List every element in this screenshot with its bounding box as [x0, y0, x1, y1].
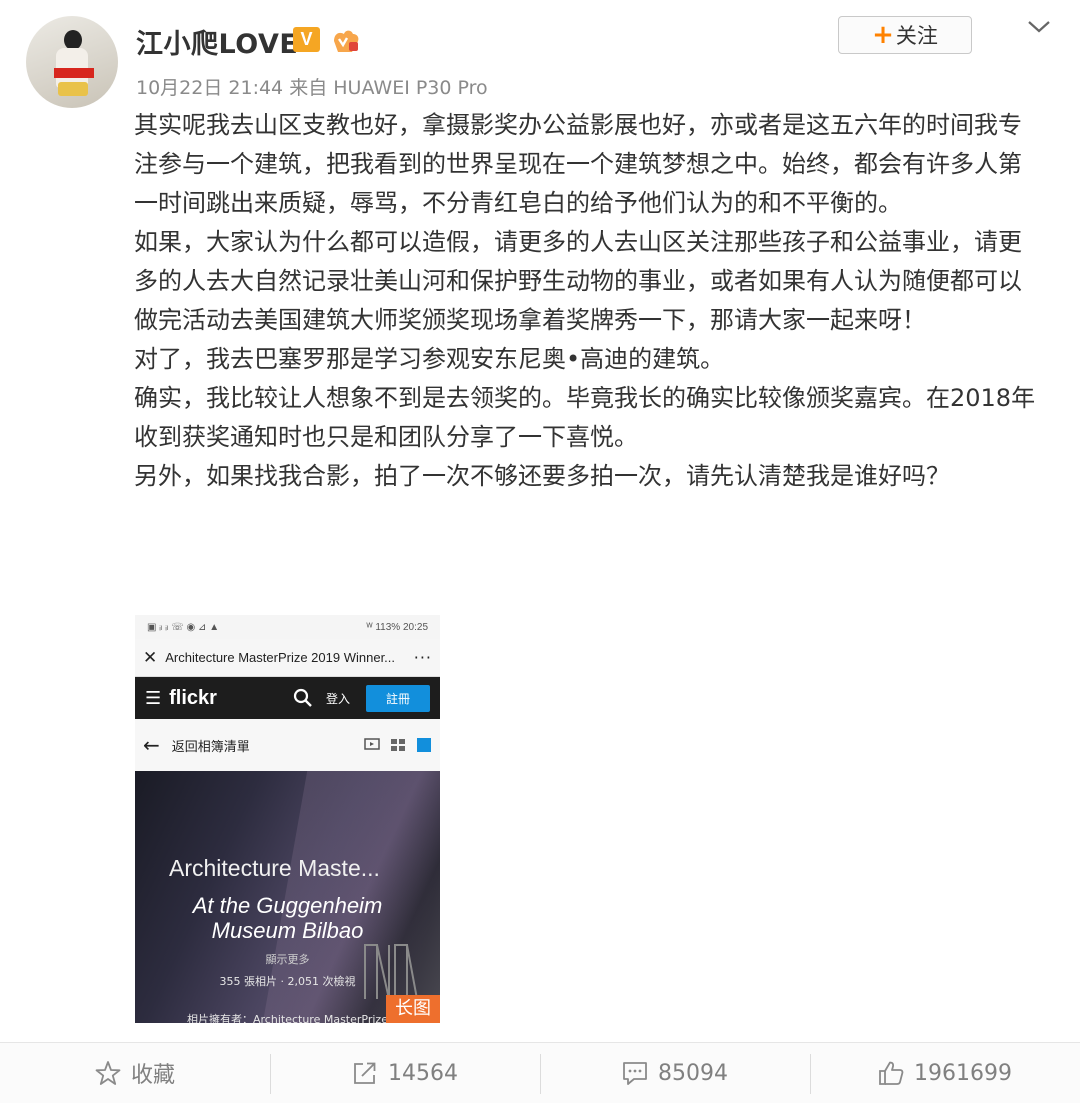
- comment-icon: [623, 1062, 647, 1085]
- browser-tab-bar: ✕ Architecture MasterPrize 2019 Winner..…: [135, 639, 440, 677]
- avatar-figure-head: [64, 30, 82, 50]
- close-icon: ✕: [143, 647, 158, 668]
- share-icon: [354, 1062, 376, 1084]
- star-icon: [95, 1061, 121, 1085]
- post-paragraph: 对了，我去巴塞罗那是学习参观安东尼奥•高迪的建筑。: [134, 345, 725, 373]
- comment-count: 85094: [658, 1060, 728, 1086]
- album-cover: Architecture Maste... At the Guggenheim …: [135, 771, 440, 1023]
- flickr-header: ☰ flickr 登入 註冊: [135, 677, 440, 719]
- repost-count: 14564: [388, 1060, 458, 1086]
- comment-button[interactable]: 85094: [540, 1054, 810, 1094]
- browser-tab-title: Architecture MasterPrize 2019 Winner...: [165, 650, 396, 665]
- post-meta: 10月22日 21:44 来自 HUAWEI P30 Pro: [136, 73, 488, 100]
- post-paragraph: 其实呢我去山区支教也好，拿摄影奖办公益影展也好，亦或者是这五六年的时间我专注参与…: [134, 111, 1022, 217]
- phone-status-bar: ▣ ᵢₗ ᵢₗ ☏ ◉ ⊿ ▲ ᵂ 113% 20:25: [135, 615, 440, 639]
- album-owner: 相片擁有者：Architecture MasterPrize: [187, 1013, 388, 1023]
- grid-icon: [391, 739, 405, 751]
- album-subtitle-line: At the Guggenheim: [192, 893, 383, 918]
- verified-v-icon: V: [293, 27, 320, 52]
- status-left: ▣ ᵢₗ ᵢₗ ☏ ◉ ⊿ ▲: [147, 621, 220, 633]
- back-label: 返回相簿清單: [171, 739, 250, 755]
- vip-icon[interactable]: [330, 25, 362, 55]
- album-title: Architecture Maste...: [169, 855, 380, 881]
- login-link: 登入: [325, 691, 350, 706]
- post-paragraph: 如果，大家认为什么都可以造假，请更多的人去山区关注那些孩子和公益事业，请更多的人…: [134, 228, 1022, 334]
- post-paragraph: 确实，我比较让人想象不到是去领奖的。毕竟我长的确实比较像颁奖嘉宾。在2018年收…: [134, 384, 1036, 451]
- favorite-button[interactable]: 收藏: [0, 1057, 270, 1089]
- avatar-figure-legs: [58, 82, 88, 96]
- username[interactable]: 江小爬LOVE: [136, 22, 298, 61]
- avatar-figure-scarf: [54, 68, 94, 78]
- album-back-bar: ← 返回相簿清單: [135, 719, 440, 771]
- favorite-label: 收藏: [130, 1063, 175, 1088]
- album-subtitle-line: Museum Bilbao: [211, 918, 364, 943]
- action-bar: 收藏 14564 85094 1961699: [0, 1042, 1080, 1103]
- follow-label: 关注: [895, 24, 938, 48]
- album-subtitle: At the Guggenheim Museum Bilbao: [135, 893, 440, 943]
- prize-logo: [364, 944, 418, 1000]
- like-icon: [879, 1061, 904, 1085]
- follow-button[interactable]: + 关注: [838, 16, 972, 54]
- source-prefix: 来自: [289, 77, 328, 99]
- status-right: ᵂ 113% 20:25: [366, 621, 428, 633]
- post-paragraph: 另外，如果找我合影，拍了一次不够还要多拍一次，请先认清楚我是谁好吗？: [134, 462, 950, 490]
- chevron-down-icon[interactable]: [1024, 12, 1054, 42]
- flickr-logo: flickr: [169, 686, 217, 709]
- embedded-screenshot[interactable]: ▣ ᵢₗ ᵢₗ ☏ ◉ ⊿ ▲ ᵂ 113% 20:25 ✕ Architect…: [135, 615, 440, 1023]
- post-source[interactable]: HUAWEI P30 Pro: [333, 77, 487, 99]
- register-button: 註冊: [365, 684, 430, 712]
- repost-button[interactable]: 14564: [270, 1054, 540, 1094]
- single-view-icon: [417, 738, 431, 752]
- post-text: 其实呢我去山区支教也好，拿摄影奖办公益影展也好，亦或者是这五六年的时间我专注参与…: [134, 106, 1044, 496]
- slideshow-icon: [364, 738, 380, 750]
- like-button[interactable]: 1961699: [810, 1054, 1080, 1094]
- long-image-tag: 长图: [386, 995, 440, 1023]
- like-count: 1961699: [914, 1060, 1012, 1086]
- more-icon: ···: [413, 648, 432, 667]
- post-date[interactable]: 10月22日 21:44: [136, 77, 283, 99]
- avatar[interactable]: [26, 16, 118, 108]
- plus-icon: +: [872, 20, 894, 50]
- menu-icon: ☰: [145, 687, 162, 709]
- back-arrow-icon: ←: [143, 733, 160, 757]
- search-icon: [293, 688, 312, 707]
